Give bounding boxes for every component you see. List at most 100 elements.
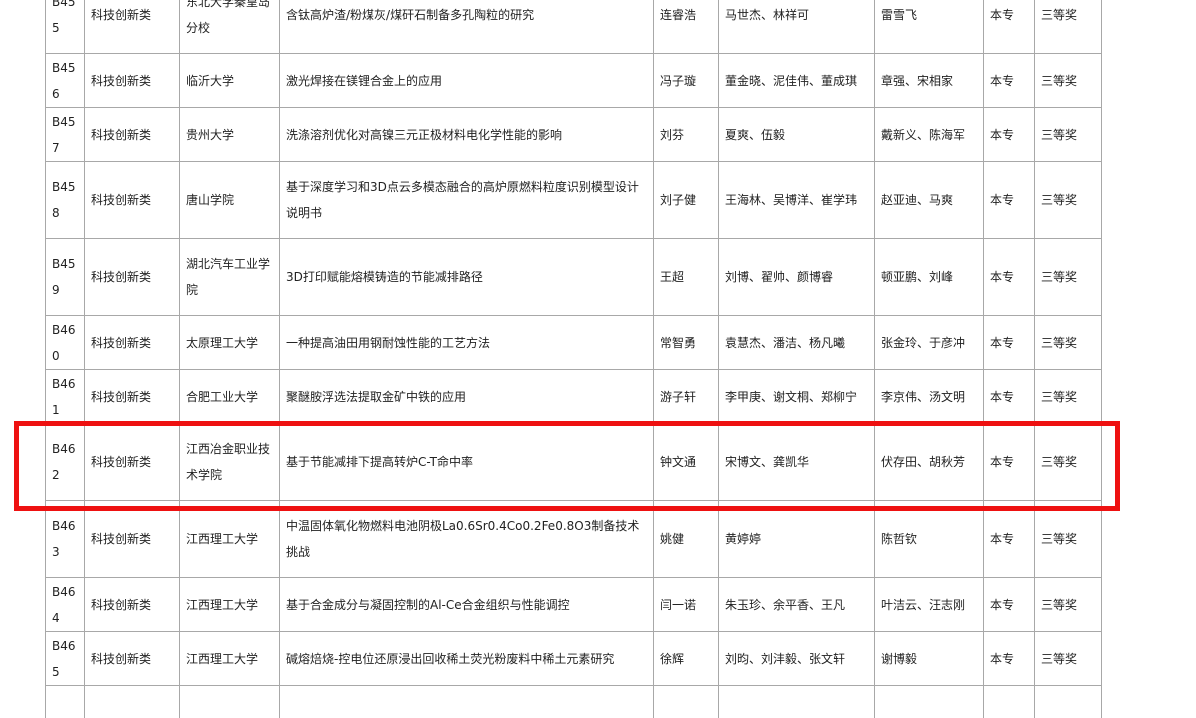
- school-cell: 江西理工大学: [179, 577, 280, 632]
- category-cell: [84, 685, 180, 718]
- id-cell: B464: [45, 577, 85, 632]
- category-cell: 科技创新类: [84, 315, 180, 370]
- table-row: B461 科技创新类 合肥工业大学 聚醚胺浮选法提取金矿中铁的应用 游子轩 李甲…: [45, 369, 1102, 424]
- leader-cell: 常智勇: [653, 315, 719, 370]
- school-cell: 东北大学秦皇岛分校: [179, 0, 280, 54]
- id-cell: B462: [45, 423, 85, 501]
- table-row: B465 科技创新类 江西理工大学 碱熔焙烧-控电位还原浸出回收稀土荧光粉废料中…: [45, 631, 1102, 686]
- advisors-cell: 伏存田、胡秋芳: [874, 423, 984, 501]
- level-cell: 本专: [983, 0, 1035, 54]
- leader-cell: [653, 685, 719, 718]
- members-cell: 袁慧杰、潘洁、杨凡曦: [718, 315, 875, 370]
- award-cell: 三等奖: [1034, 315, 1102, 370]
- id-cell: [45, 685, 85, 718]
- table-row: B463 科技创新类 江西理工大学 中温固体氧化物燃料电池阴极La0.6Sr0.…: [45, 500, 1102, 578]
- project-cell: [279, 685, 654, 718]
- id-cell: B459: [45, 238, 85, 316]
- category-cell: 科技创新类: [84, 53, 180, 108]
- advisors-cell: 雷雪飞: [874, 0, 984, 54]
- project-cell: 基于节能减排下提高转炉C-T命中率: [279, 423, 654, 501]
- school-cell: 江西冶金职业技术学院: [179, 423, 280, 501]
- table-row-highlighted: B462 科技创新类 江西冶金职业技术学院 基于节能减排下提高转炉C-T命中率 …: [45, 423, 1102, 501]
- id-cell: B455: [45, 0, 85, 54]
- advisors-cell: 戴新义、陈海军: [874, 107, 984, 162]
- award-cell: 三等奖: [1034, 369, 1102, 424]
- leader-cell: 刘芬: [653, 107, 719, 162]
- id-cell: B465: [45, 631, 85, 686]
- school-cell: 江西理工大学: [179, 500, 280, 578]
- leader-cell: 冯子璇: [653, 53, 719, 108]
- project-cell: 含钛高炉渣/粉煤灰/煤矸石制备多孔陶粒的研究: [279, 0, 654, 54]
- category-cell: 科技创新类: [84, 631, 180, 686]
- leader-cell: 钟文通: [653, 423, 719, 501]
- members-cell: 李甲庚、谢文桐、郑柳宁: [718, 369, 875, 424]
- members-cell: 王海林、吴博洋、崔学玮: [718, 161, 875, 239]
- award-cell: 三等奖: [1034, 238, 1102, 316]
- leader-cell: 连睿浩: [653, 0, 719, 54]
- table-row: B455 科技创新类 东北大学秦皇岛分校 含钛高炉渣/粉煤灰/煤矸石制备多孔陶粒…: [45, 0, 1102, 54]
- id-cell: B456: [45, 53, 85, 108]
- table-row: B464 科技创新类 江西理工大学 基于合金成分与凝固控制的Al-Ce合金组织与…: [45, 577, 1102, 632]
- award-cell: 三等奖: [1034, 423, 1102, 501]
- project-cell: 洗涤溶剂优化对高镍三元正极材料电化学性能的影响: [279, 107, 654, 162]
- advisors-cell: 李京伟、汤文明: [874, 369, 984, 424]
- level-cell: 本专: [983, 107, 1035, 162]
- project-cell: 一种提高油田用钢耐蚀性能的工艺方法: [279, 315, 654, 370]
- advisors-cell: 顿亚鹏、刘峰: [874, 238, 984, 316]
- category-cell: 科技创新类: [84, 107, 180, 162]
- members-cell: 宋博文、龚凯华: [718, 423, 875, 501]
- category-cell: 科技创新类: [84, 161, 180, 239]
- members-cell: [718, 685, 875, 718]
- category-cell: 科技创新类: [84, 238, 180, 316]
- leader-cell: 王超: [653, 238, 719, 316]
- table-row: B458 科技创新类 唐山学院 基于深度学习和3D点云多模态融合的高炉原燃料粒度…: [45, 161, 1102, 239]
- table-body: B455 科技创新类 东北大学秦皇岛分校 含钛高炉渣/粉煤灰/煤矸石制备多孔陶粒…: [45, 0, 1102, 718]
- members-cell: 朱玉珍、余平香、王凡: [718, 577, 875, 632]
- level-cell: 本专: [983, 238, 1035, 316]
- id-cell: B463: [45, 500, 85, 578]
- level-cell: 本专: [983, 631, 1035, 686]
- id-cell: B457: [45, 107, 85, 162]
- school-cell: 太原理工大学: [179, 315, 280, 370]
- members-cell: 刘昀、刘沣毅、张文轩: [718, 631, 875, 686]
- award-cell: 三等奖: [1034, 577, 1102, 632]
- category-cell: 科技创新类: [84, 0, 180, 54]
- level-cell: 本专: [983, 423, 1035, 501]
- award-cell: 三等奖: [1034, 0, 1102, 54]
- category-cell: 科技创新类: [84, 577, 180, 632]
- advisors-cell: 陈哲钦: [874, 500, 984, 578]
- project-cell: 碱熔焙烧-控电位还原浸出回收稀土荧光粉废料中稀土元素研究: [279, 631, 654, 686]
- award-cell: 三等奖: [1034, 500, 1102, 578]
- advisors-cell: 张金玲、于彦冲: [874, 315, 984, 370]
- leader-cell: 刘子健: [653, 161, 719, 239]
- table-row-partial: [45, 685, 1102, 718]
- leader-cell: 徐辉: [653, 631, 719, 686]
- project-cell: 中温固体氧化物燃料电池阴极La0.6Sr0.4Co0.2Fe0.8O3制备技术挑…: [279, 500, 654, 578]
- table-row: B459 科技创新类 湖北汽车工业学院 3D打印赋能熔模铸造的节能减排路径 王超…: [45, 238, 1102, 316]
- category-cell: 科技创新类: [84, 423, 180, 501]
- members-cell: 黄婷婷: [718, 500, 875, 578]
- project-cell: 3D打印赋能熔模铸造的节能减排路径: [279, 238, 654, 316]
- school-cell: 唐山学院: [179, 161, 280, 239]
- id-cell: B461: [45, 369, 85, 424]
- project-cell: 激光焊接在镁锂合金上的应用: [279, 53, 654, 108]
- school-cell: [179, 685, 280, 718]
- award-cell: 三等奖: [1034, 161, 1102, 239]
- members-cell: 刘博、翟帅、颜博睿: [718, 238, 875, 316]
- level-cell: [983, 685, 1035, 718]
- members-cell: 马世杰、林祥可: [718, 0, 875, 54]
- level-cell: 本专: [983, 369, 1035, 424]
- award-cell: 三等奖: [1034, 53, 1102, 108]
- awards-table: B455 科技创新类 东北大学秦皇岛分校 含钛高炉渣/粉煤灰/煤矸石制备多孔陶粒…: [45, 0, 1102, 718]
- level-cell: 本专: [983, 315, 1035, 370]
- school-cell: 江西理工大学: [179, 631, 280, 686]
- school-cell: 合肥工业大学: [179, 369, 280, 424]
- level-cell: 本专: [983, 53, 1035, 108]
- category-cell: 科技创新类: [84, 369, 180, 424]
- award-cell: 三等奖: [1034, 631, 1102, 686]
- advisors-cell: 赵亚迪、马爽: [874, 161, 984, 239]
- award-cell: [1034, 685, 1102, 718]
- level-cell: 本专: [983, 161, 1035, 239]
- advisors-cell: [874, 685, 984, 718]
- project-cell: 基于深度学习和3D点云多模态融合的高炉原燃料粒度识别模型设计说明书: [279, 161, 654, 239]
